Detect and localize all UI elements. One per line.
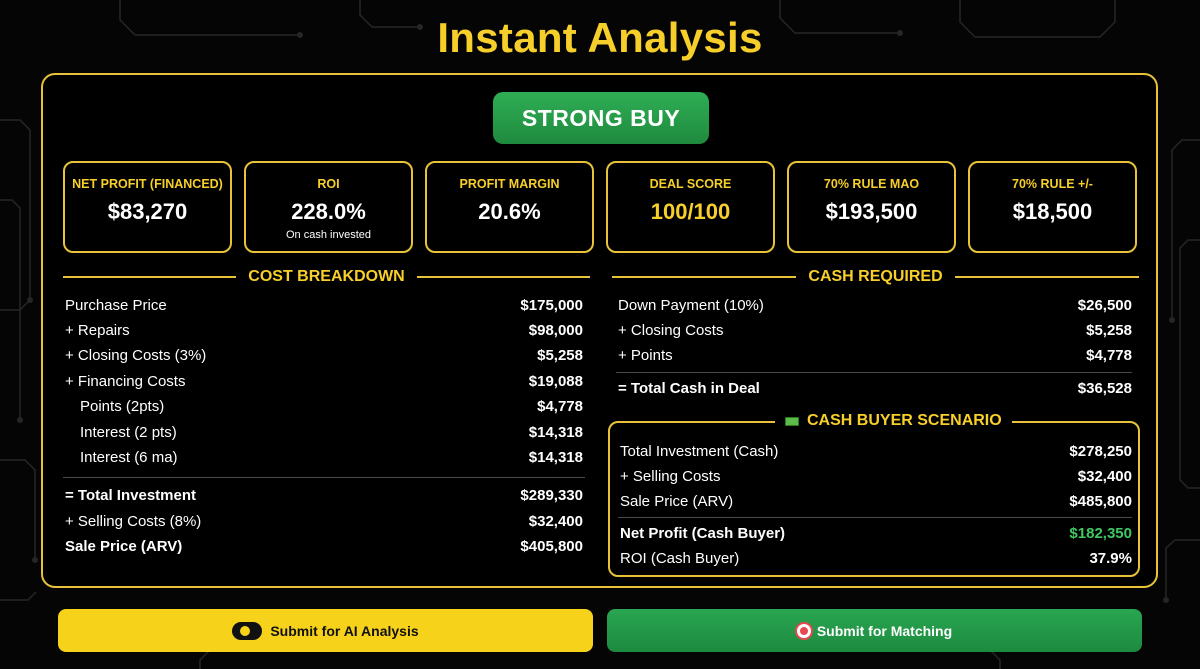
metric-label: 70% RULE MAO	[823, 177, 920, 191]
metric-70-rule-diff: 70% RULE +/- $18,500	[968, 161, 1137, 253]
row-value: $4,778	[1086, 346, 1132, 364]
row-label: Sale Price (ARV)	[65, 537, 183, 555]
row-label: Total Investment (Cash)	[620, 442, 779, 460]
row-label: + Repairs	[65, 321, 130, 339]
row-value: $32,400	[528, 512, 583, 530]
metric-70-rule-mao: 70% RULE MAO $193,500	[787, 161, 956, 253]
metric-value: $18,500	[1012, 199, 1093, 224]
metric-value: 228.0%	[291, 199, 366, 224]
row-value: $19,088	[528, 372, 583, 390]
row-label: + Selling Costs	[620, 467, 721, 485]
cost-breakdown-header: COST BREAKDOWN	[63, 267, 590, 287]
row-label: + Points	[618, 346, 673, 364]
row-value: $405,800	[520, 537, 583, 555]
cash-buyer-header: CASH BUYER SCENARIO	[775, 412, 1012, 430]
cost-row: Purchase Price $175,000	[65, 294, 583, 316]
row-label: Interest (2 pts)	[80, 423, 177, 441]
button-label: Submit for Matching	[816, 622, 953, 639]
cost-row-total: = Total Investment $289,330	[65, 484, 583, 506]
row-value: $98,000	[528, 321, 583, 339]
row-value: $182,350	[1069, 524, 1132, 542]
cost-row: Interest (6 ma) $14,318	[65, 446, 583, 468]
row-value: $4,778	[537, 397, 583, 415]
cash-buyer-title: CASH BUYER SCENARIO	[807, 412, 1002, 429]
row-value: $36,528	[1077, 379, 1132, 397]
cost-row: Points (2pts) $4,778	[65, 395, 583, 417]
cash-row: + Points $4,778	[618, 344, 1132, 366]
cash-buyer-row: Sale Price (ARV) $485,800	[620, 490, 1132, 512]
row-value: $5,258	[1086, 321, 1132, 339]
row-label: Points (2pts)	[80, 397, 165, 415]
metric-label: DEAL SCORE	[649, 177, 732, 191]
row-value: $175,000	[520, 296, 583, 314]
row-value: 37.9%	[1089, 549, 1132, 567]
row-value: $485,800	[1069, 492, 1132, 510]
row-value: $278,250	[1069, 442, 1132, 460]
metric-profit-margin: PROFIT MARGIN 20.6%	[425, 161, 594, 253]
row-label: Interest (6 ma)	[80, 448, 178, 466]
row-label: Net Profit (Cash Buyer)	[620, 524, 786, 542]
money-icon	[785, 416, 799, 426]
row-label: + Closing Costs	[618, 321, 724, 339]
analysis-panel: STRONG BUY NET PROFIT (FINANCED) $83,270…	[41, 73, 1158, 588]
metric-subtext: On cash invested	[286, 229, 371, 241]
row-value: $5,258	[537, 346, 583, 364]
verdict-badge: STRONG BUY	[493, 92, 709, 144]
cost-row: + Closing Costs (3%) $5,258	[65, 344, 583, 366]
metric-label: 70% RULE +/-	[1012, 177, 1093, 191]
cash-buyer-row-roi: ROI (Cash Buyer) 37.9%	[620, 547, 1132, 569]
divider	[616, 372, 1132, 373]
metric-label: NET PROFIT (FINANCED)	[72, 177, 223, 191]
cost-row: + Repairs $98,000	[65, 319, 583, 341]
row-label: + Financing Costs	[65, 372, 186, 390]
cost-row: + Selling Costs (8%) $32,400	[65, 510, 583, 532]
divider	[618, 517, 1132, 518]
target-icon	[796, 623, 811, 638]
cash-required-header: CASH REQUIRED	[612, 267, 1140, 287]
row-value: $26,500	[1077, 296, 1132, 314]
metric-deal-score: DEAL SCORE 100/100	[606, 161, 775, 253]
row-value: $289,330	[520, 486, 583, 504]
divider	[63, 477, 585, 478]
row-label: Down Payment (10%)	[618, 296, 764, 314]
cash-buyer-scenario-box: CASH BUYER SCENARIO Total Investment (Ca…	[608, 412, 1140, 577]
cost-row-sale-price: Sale Price (ARV) $405,800	[65, 535, 583, 557]
row-value: $32,400	[1077, 467, 1132, 485]
metric-net-profit: NET PROFIT (FINANCED) $83,270	[63, 161, 232, 253]
page-title: Instant Analysis	[437, 14, 763, 61]
row-label: = Total Investment	[65, 486, 197, 504]
metric-label: ROI	[317, 177, 340, 191]
cost-row: + Financing Costs $19,088	[65, 370, 583, 392]
cash-buyer-row: Total Investment (Cash) $278,250	[620, 440, 1132, 462]
metric-value: 100/100	[650, 199, 731, 224]
cash-required-title: CASH REQUIRED	[808, 268, 943, 285]
row-label: Purchase Price	[65, 296, 167, 314]
cash-buyer-row: + Selling Costs $32,400	[620, 465, 1132, 487]
cost-row: Interest (2 pts) $14,318	[65, 421, 583, 443]
cash-buyer-row-net-profit: Net Profit (Cash Buyer) $182,350	[620, 522, 1132, 544]
cash-row-total: = Total Cash in Deal $36,528	[618, 377, 1132, 399]
row-value: $14,318	[528, 423, 583, 441]
metric-label: PROFIT MARGIN	[459, 177, 560, 191]
ai-icon	[232, 621, 263, 640]
cash-row: + Closing Costs $5,258	[618, 319, 1132, 341]
row-label: ROI (Cash Buyer)	[620, 549, 740, 567]
metric-roi: ROI 228.0% On cash invested	[244, 161, 413, 253]
row-value: $14,318	[528, 448, 583, 466]
metric-value: $83,270	[107, 199, 188, 224]
row-label: Sale Price (ARV)	[620, 492, 734, 510]
cash-row: Down Payment (10%) $26,500	[618, 294, 1132, 316]
row-label: + Closing Costs (3%)	[65, 346, 207, 364]
row-label: + Selling Costs (8%)	[65, 512, 202, 530]
cost-breakdown-title: COST BREAKDOWN	[248, 268, 405, 285]
metric-value: $193,500	[825, 199, 918, 224]
submit-ai-analysis-button[interactable]: Submit for AI Analysis	[58, 609, 593, 652]
row-label: = Total Cash in Deal	[618, 379, 760, 397]
submit-matching-button[interactable]: Submit for Matching	[607, 609, 1142, 652]
metric-value: 20.6%	[478, 199, 541, 224]
button-label: Submit for AI Analysis	[270, 622, 419, 639]
